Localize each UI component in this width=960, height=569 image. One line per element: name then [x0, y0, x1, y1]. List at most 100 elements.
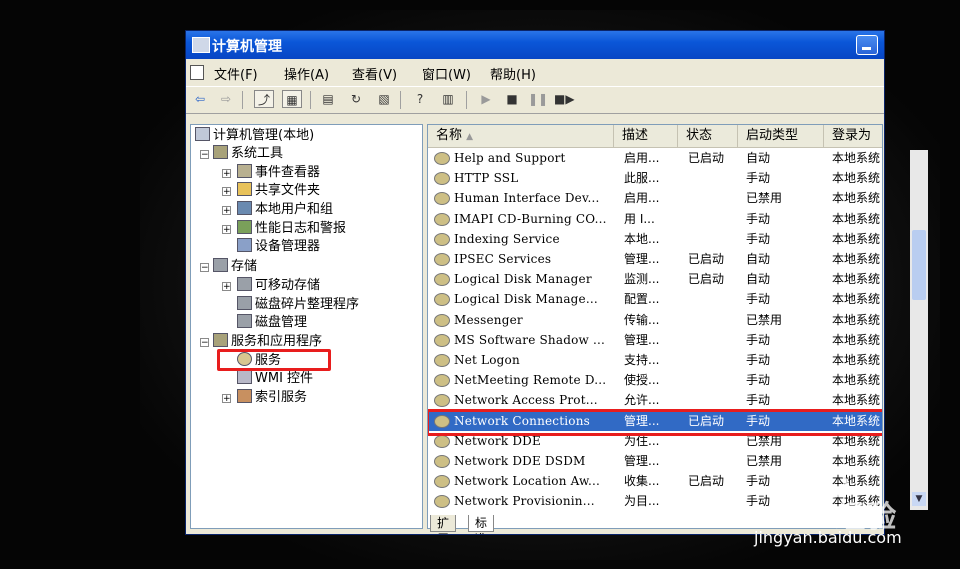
show-tree-icon[interactable]: ▦ [282, 90, 302, 108]
table-row[interactable]: Messenger 传输... 已禁用 本地系统 [428, 310, 882, 330]
service-name: MS Software Shadow ... [454, 332, 606, 347]
collapse-toggle[interactable]: − [200, 338, 209, 348]
tree-root[interactable]: 计算机管理(本地) [195, 127, 314, 145]
tree-item-removable-storage[interactable]: 可移动存储 [237, 277, 320, 295]
service-description: 传输... [624, 312, 660, 327]
table-row[interactable]: HTTP SSL 此服... 手动 本地系统 [428, 168, 882, 188]
help-icon[interactable]: ? [410, 90, 430, 108]
expand-toggle[interactable]: + [222, 206, 231, 216]
removable-storage-icon [237, 277, 252, 291]
table-row[interactable]: Help and Support 启用... 已启动 自动 本地系统 [428, 148, 882, 168]
table-row[interactable]: Logical Disk Manager 监测... 已启动 自动 本地系统 [428, 269, 882, 289]
menu-action[interactable]: 操作(A) [284, 64, 329, 83]
tree-item-event-viewer[interactable]: 事件查看器 [237, 164, 320, 182]
menu-view[interactable]: 查看(V) [352, 64, 397, 83]
up-folder-icon[interactable]: ⤴ [254, 90, 274, 108]
service-startup-type: 自动 [746, 272, 771, 287]
table-row[interactable]: IPSEC Services 管理... 已启动 自动 本地系统 [428, 249, 882, 269]
tree-item-wmi[interactable]: WMI 控件 [237, 370, 313, 388]
service-gear-icon [434, 152, 450, 165]
refresh-icon[interactable]: ↻ [346, 90, 366, 108]
column-header-description[interactable]: 描述 [614, 125, 678, 147]
expand-toggle[interactable]: + [222, 225, 231, 235]
storage-icon [213, 258, 228, 272]
table-row[interactable]: Indexing Service 本地... 手动 本地系统 [428, 229, 882, 249]
collapse-toggle[interactable]: − [200, 263, 209, 273]
expand-toggle[interactable]: + [222, 282, 231, 292]
tree-item-indexing[interactable]: 索引服务 [237, 389, 307, 407]
tree-item-shared-folders[interactable]: 共享文件夹 [237, 182, 320, 200]
tab-extended[interactable]: 扩展 [430, 515, 457, 534]
minimize-button[interactable] [856, 35, 878, 55]
table-row[interactable]: Net Logon 支持... 手动 本地系统 [428, 350, 882, 370]
table-row[interactable]: Network Access Prot... 允许... 手动 本地系统 [428, 390, 882, 410]
service-startup-type: 手动 [746, 211, 771, 226]
expand-toggle[interactable]: + [222, 187, 231, 197]
tree-item-disk-management[interactable]: 磁盘管理 [237, 314, 307, 332]
tree-item-device-manager[interactable]: 设备管理器 [237, 238, 320, 256]
service-logon-as: 本地系统 [832, 393, 881, 408]
sort-arrow-icon: ▲ [466, 132, 474, 142]
menu-file[interactable]: 文件(F) [214, 64, 258, 83]
tree-item-system-tools[interactable]: 系统工具 [213, 145, 283, 163]
tree-item-local-users[interactable]: 本地用户和组 [237, 201, 333, 219]
toolbar: ⇦ ⇨ ⤴ ▦ ▤ ↻ ▧ ? ▥ ▶ ■ ❚❚ ■▶ [186, 86, 884, 114]
tree-item-perf-logs[interactable]: 性能日志和警报 [237, 220, 346, 238]
column-header-name[interactable]: 名称 ▲ [428, 125, 614, 147]
column-header-status[interactable]: 状态 [678, 125, 738, 147]
service-logon-as: 本地系统 [832, 231, 881, 246]
properties-icon[interactable]: ▧ [374, 90, 394, 108]
menu-window[interactable]: 窗口(W) [422, 64, 471, 83]
toolbar-separator [242, 91, 243, 109]
service-description: 此服... [624, 171, 660, 186]
view-icon[interactable]: ▥ [438, 90, 458, 108]
table-row[interactable]: MS Software Shadow ... 管理... 手动 本地系统 [428, 330, 882, 350]
tab-standard[interactable]: 标准 [468, 515, 495, 534]
service-description: 启用... [624, 151, 660, 165]
wmi-icon [237, 370, 252, 384]
expand-toggle[interactable]: + [222, 394, 231, 404]
menu-help[interactable]: 帮助(H) [490, 64, 536, 83]
service-name: HTTP SSL [454, 171, 519, 186]
tree-item-defrag[interactable]: 磁盘碎片整理程序 [237, 296, 359, 314]
service-description: 启用... [624, 191, 660, 206]
collapse-toggle[interactable]: − [200, 150, 209, 160]
outer-scrollbar-thumb[interactable] [912, 230, 926, 300]
restart-service-icon[interactable]: ■▶ [554, 90, 575, 108]
scroll-down-icon[interactable]: ▼ [912, 492, 926, 506]
table-row[interactable]: IMAPI CD-Burning CO... 用 I... 手动 本地系统 [428, 209, 882, 229]
service-status: 已启动 [688, 272, 725, 287]
outer-scrollbar[interactable]: ▼ [910, 150, 928, 510]
start-service-icon[interactable]: ▶ [476, 90, 496, 108]
performance-icon [237, 220, 252, 234]
service-gear-icon [434, 293, 450, 307]
service-logon-as: 本地系统 [832, 292, 881, 307]
app-icon [192, 37, 210, 53]
expand-toggle[interactable]: + [222, 169, 231, 179]
service-description: 管理... [624, 454, 660, 468]
table-row[interactable]: Human Interface Dev... 启用... 已禁用 本地系统 [428, 188, 882, 208]
service-status: 已启动 [688, 151, 725, 165]
service-name: Indexing Service [454, 231, 560, 246]
forward-icon[interactable]: ⇨ [216, 90, 236, 108]
back-icon[interactable]: ⇦ [190, 90, 210, 108]
service-gear-icon [434, 333, 450, 347]
service-startup-type: 手动 [746, 474, 771, 489]
service-gear-icon [434, 455, 450, 468]
table-row[interactable]: Network Location Aw... 收集... 已启动 手动 本地系统 [428, 471, 882, 491]
toolbar-separator [400, 91, 401, 109]
table-row[interactable]: Network DDE DSDM 管理... 已禁用 本地系统 [428, 451, 882, 471]
pause-service-icon[interactable]: ❚❚ [528, 90, 548, 108]
service-name: Logical Disk Manage... [454, 292, 598, 307]
tree-item-storage[interactable]: 存储 [213, 258, 257, 276]
service-name: IMAPI CD-Burning CO... [454, 211, 607, 226]
table-row[interactable]: Logical Disk Manage... 配置... 手动 本地系统 [428, 289, 882, 309]
service-logon-as: 本地系统 [832, 252, 881, 266]
stop-service-icon[interactable]: ■ [502, 90, 522, 108]
title-bar[interactable]: 计算机管理 [186, 31, 884, 59]
column-header-startup-type[interactable]: 启动类型 [738, 125, 824, 147]
export-list-icon[interactable]: ▤ [318, 90, 338, 108]
table-row[interactable]: NetMeeting Remote D... 使授... 手动 本地系统 [428, 370, 882, 390]
column-header-logon-as[interactable]: 登录为 [824, 125, 882, 147]
service-startup-type: 手动 [746, 353, 771, 367]
